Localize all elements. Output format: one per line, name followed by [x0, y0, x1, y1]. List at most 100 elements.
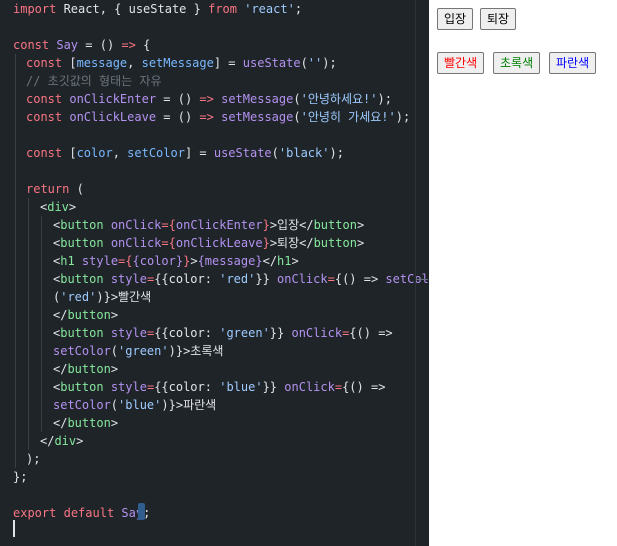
code-token: onClick: [284, 380, 335, 394]
code-token: );: [322, 56, 337, 70]
code-line-4: const [message, setMessage] = useState('…: [26, 54, 337, 72]
code-token: =: [334, 380, 343, 394]
code-token: style: [81, 254, 119, 268]
code-token: default: [63, 506, 115, 520]
code-token: </: [53, 416, 68, 430]
code-token: useState: [213, 146, 272, 160]
code-line-18: </button>: [53, 306, 118, 324]
code-token: 'green': [219, 326, 270, 340]
code-token: setColor: [53, 398, 111, 412]
code-token: const: [26, 110, 63, 124]
code-token: >빨간색: [110, 290, 152, 304]
code-token: style: [110, 272, 147, 286]
code-token: =: [161, 218, 169, 232]
code-token: React, {: [56, 2, 129, 16]
code-token: import: [13, 2, 57, 16]
code-token: style: [110, 380, 147, 394]
green-button[interactable]: 초록색: [493, 52, 541, 74]
browser-preview: 입장 퇴장 빨간색 초록색 파란색: [429, 0, 617, 546]
code-token: (: [293, 92, 301, 106]
code-token: }: [186, 2, 209, 16]
code-token: setMessage: [141, 56, 214, 70]
code-token: = (): [78, 38, 122, 52]
code-token: onClickEnter: [175, 218, 263, 232]
code-token: = (): [156, 92, 200, 106]
code-token: =>: [121, 38, 136, 52]
code-token: export: [13, 506, 57, 520]
code-token: >초록색: [183, 344, 224, 358]
code-token: ,: [127, 56, 142, 70]
code-token: >: [190, 254, 198, 268]
code-token: {: [125, 254, 133, 268]
code-token: ] =: [213, 56, 243, 70]
code-token: }: [262, 236, 270, 250]
code-line-16: <button style={{color: 'red'}} onClick={…: [53, 270, 429, 288]
code-token: (: [110, 398, 119, 412]
code-token: )}: [96, 290, 111, 304]
code-token: button: [313, 218, 357, 232]
code-token: onClickEnter: [69, 92, 157, 106]
code-token: =>: [199, 92, 214, 106]
code-token: >: [110, 362, 119, 376]
code-token: {{color:: [154, 380, 220, 394]
code-token: 'blue': [118, 398, 162, 412]
code-token: ;: [294, 2, 303, 16]
code-token: h1: [60, 254, 75, 268]
code-token: button: [67, 308, 111, 322]
code-token: >파란색: [175, 398, 217, 412]
code-token: {{color:: [154, 272, 220, 286]
code-token: >: [356, 236, 365, 250]
code-token: '': [307, 56, 323, 70]
code-token: >: [110, 308, 119, 322]
code-line-13: <button onClick={onClickEnter}>입장</butto…: [53, 216, 364, 234]
code-token: Say: [56, 38, 79, 52]
code-line-23: setColor('blue')}>파란색: [53, 396, 216, 414]
code-line-19: <button style={{color: 'green'}} onClick…: [53, 324, 393, 342]
code-line-20: setColor('green')}>초록색: [53, 342, 223, 360]
code-token: 'react': [244, 2, 295, 16]
code-token: style: [110, 326, 147, 340]
code-token: >입장</: [269, 218, 314, 232]
code-editor[interactable]: import React, { useState } from 'react';…: [0, 0, 429, 546]
code-line-15: <h1 style={{color}}>{message}</h1>: [53, 252, 299, 270]
code-line-22: <button style={{color: 'blue'}} onClick=…: [53, 378, 385, 396]
code-token: );: [329, 146, 344, 160]
wrap-indicator: [416, 279, 428, 280]
leave-button[interactable]: 퇴장: [480, 8, 517, 30]
code-token: from: [208, 2, 237, 16]
code-token: button: [313, 236, 357, 250]
code-token: {: [168, 236, 176, 250]
indent-guide: [15, 54, 16, 468]
blue-button[interactable]: 파란색: [549, 52, 597, 74]
code-token: button: [67, 362, 111, 376]
text-cursor: [13, 520, 15, 537]
code-token: setColor: [53, 344, 111, 358]
code-token: const: [26, 146, 63, 160]
code-token: >: [68, 200, 77, 214]
enter-button[interactable]: 입장: [437, 8, 474, 30]
code-token: onClick: [291, 326, 343, 340]
red-button[interactable]: 빨간색: [437, 52, 485, 74]
code-token: useState: [128, 2, 187, 16]
code-token: =>: [199, 110, 214, 124]
code-token: onClickLeave: [175, 236, 263, 250]
code-token: [: [62, 146, 77, 160]
code-token: message: [76, 56, 128, 70]
indent-guide: [28, 198, 29, 450]
code-token: (: [69, 182, 84, 196]
code-token: >: [110, 416, 119, 430]
code-token: )}: [161, 398, 176, 412]
code-token: color: [76, 146, 113, 160]
code-token: 'red': [219, 272, 256, 286]
code-line-27: };: [13, 470, 28, 484]
code-token: );: [395, 110, 411, 124]
code-token: </: [262, 254, 278, 268]
code-line-3: const Say = () => {: [13, 36, 150, 54]
code-token: '안녕히 가세요!': [300, 110, 396, 124]
